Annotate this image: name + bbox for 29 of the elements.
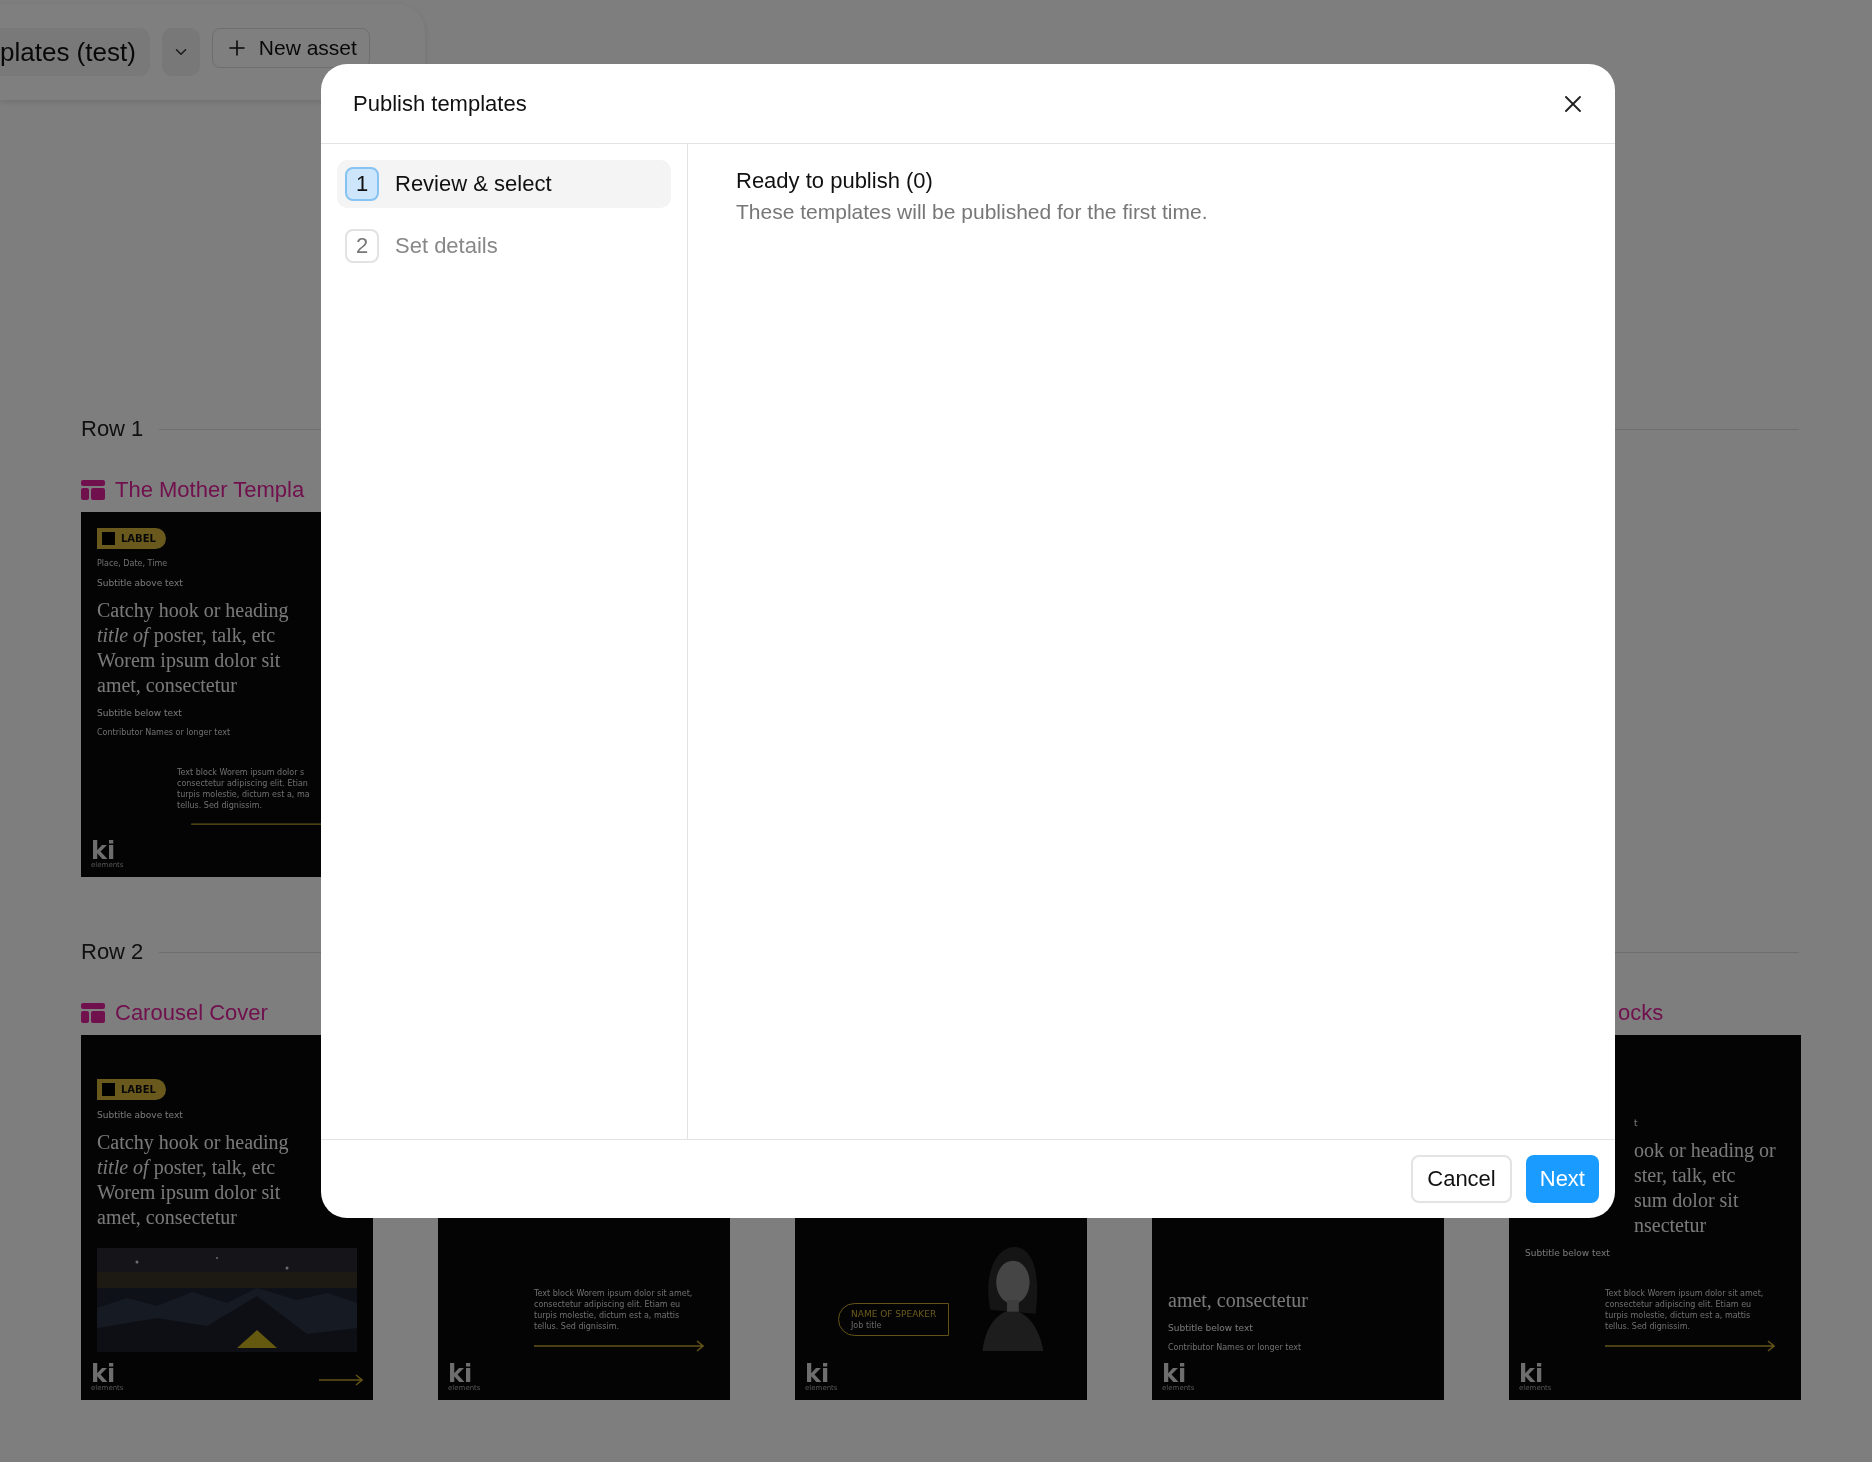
step-label: Set details: [395, 233, 498, 259]
poster-heading: ook or heading or ster, talk, etc sum dolor sit nsectetur: [1634, 1138, 1776, 1238]
caption-text: Place, Date, Time: [97, 559, 169, 568]
poster-heading: Catchy hook or heading title of poster, talk, etc Worem ipsum dolor sit amet, consectetur: [97, 598, 289, 698]
subtitle-text: Subtitle above text: [97, 578, 183, 588]
body-text: Text block Worem ipsum dolor sit amet, consectetur adipiscing elit. Etiam eu turpis molestie, dictum est a, mattis tellus. Sed dignissim.: [534, 1288, 694, 1332]
subtitle-text: Subtitle above text: [97, 1110, 183, 1120]
subtitle-text: t: [1634, 1118, 1638, 1128]
subtitle-text: Subtitle below text: [1525, 1248, 1610, 1258]
body-text: Text block Worem ipsum dolor s consectetur adipiscing elit. Etian turpis molestie, dictum est a, ma tellus. Sed dignissim.: [177, 767, 311, 811]
step-number: 2: [345, 229, 379, 263]
poster-heading: Catchy hook or heading title of poster, talk, etc Worem ipsum dolor sit amet, consectetur: [97, 1130, 289, 1230]
row-title: Row 1: [81, 416, 144, 442]
label-tag: LABEL: [97, 528, 166, 549]
step-label: Review & select: [395, 171, 552, 197]
speaker-name: NAME OF SPEAKER: [851, 1309, 937, 1319]
caption-text: Contributor Names or longer text: [97, 728, 232, 737]
subtitle-text: Subtitle below text: [97, 708, 182, 718]
section-description: These templates will be published for the first time.: [736, 200, 1209, 224]
poster-heading: amet, consectetur: [1168, 1288, 1308, 1313]
row-title: Row 2: [81, 939, 144, 965]
subtitle-text: Subtitle below text: [1168, 1323, 1253, 1333]
label-tag: LABEL: [97, 1079, 166, 1100]
step-number: 1: [345, 167, 379, 201]
caption-text: Contributor Names or longer text: [1168, 1343, 1303, 1352]
speaker-role: Job title: [851, 1321, 883, 1330]
dialog-title: Publish templates: [353, 90, 527, 117]
section-title: Ready to publish (0): [736, 168, 934, 194]
body-text: Text block Worem ipsum dolor sit amet, consectetur adipiscing elit. Etiam eu turpis molestie, dictum est a, mattis tellus. Sed dignissim.: [1605, 1288, 1765, 1332]
